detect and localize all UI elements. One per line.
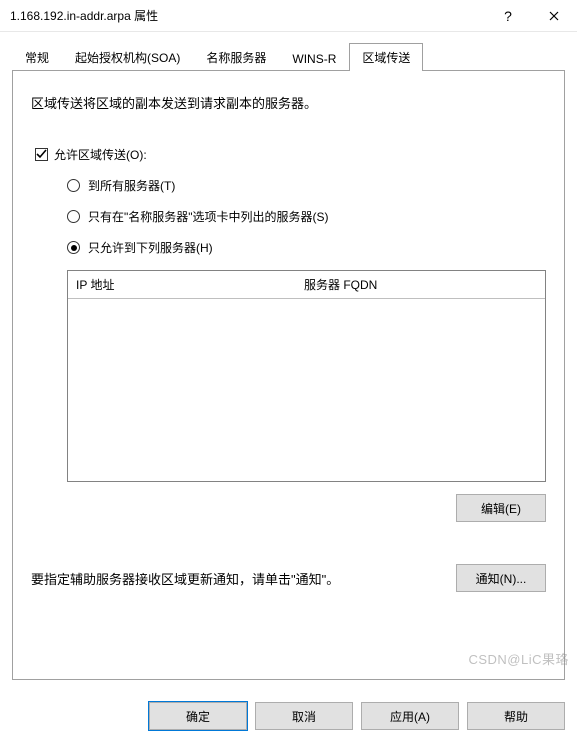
- panel-description: 区域传送将区域的副本发送到请求副本的服务器。: [31, 93, 546, 112]
- column-header-fqdn[interactable]: 服务器 FQDN: [296, 271, 545, 298]
- help-button[interactable]: 帮助: [467, 702, 565, 730]
- tab-name-servers[interactable]: 名称服务器: [193, 43, 279, 71]
- radio-row-ns-tab[interactable]: 只有在"名称服务器"选项卡中列出的服务器(S): [67, 208, 546, 225]
- radio-only-below-label: 只允许到下列服务器(H): [88, 239, 213, 256]
- tab-row: 常规 起始授权机构(SOA) 名称服务器 WINS-R 区域传送: [12, 42, 565, 70]
- allowed-servers-list[interactable]: IP 地址 服务器 FQDN: [67, 270, 546, 482]
- radio-row-all-servers[interactable]: 到所有服务器(T): [67, 177, 546, 194]
- column-header-ip[interactable]: IP 地址: [68, 271, 296, 298]
- window-title: 1.168.192.in-addr.arpa 属性: [10, 7, 485, 24]
- window-content: 常规 起始授权机构(SOA) 名称服务器 WINS-R 区域传送 区域传送将区域…: [0, 32, 577, 692]
- radio-all-servers[interactable]: [67, 179, 80, 192]
- notify-button[interactable]: 通知(N)...: [456, 564, 546, 592]
- ok-button[interactable]: 确定: [149, 702, 247, 730]
- allow-transfer-checkbox-row[interactable]: 允许区域传送(O):: [35, 146, 546, 163]
- radio-ns-tab-label: 只有在"名称服务器"选项卡中列出的服务器(S): [88, 208, 329, 225]
- cancel-button[interactable]: 取消: [255, 702, 353, 730]
- tab-zone-transfer[interactable]: 区域传送: [349, 43, 423, 71]
- apply-button[interactable]: 应用(A): [361, 702, 459, 730]
- radio-row-only-below[interactable]: 只允许到下列服务器(H): [67, 239, 546, 256]
- server-list-header: IP 地址 服务器 FQDN: [68, 271, 545, 299]
- allow-transfer-label: 允许区域传送(O):: [54, 146, 147, 163]
- notify-description: 要指定辅助服务器接收区域更新通知，请单击"通知"。: [31, 569, 444, 588]
- transfer-target-radio-group: 到所有服务器(T) 只有在"名称服务器"选项卡中列出的服务器(S) 只允许到下列…: [67, 177, 546, 256]
- close-icon[interactable]: [531, 0, 577, 32]
- zone-transfer-panel: 区域传送将区域的副本发送到请求副本的服务器。 允许区域传送(O): 到所有服务器…: [12, 70, 565, 680]
- titlebar: 1.168.192.in-addr.arpa 属性 ?: [0, 0, 577, 32]
- radio-only-below[interactable]: [67, 241, 80, 254]
- help-icon[interactable]: ?: [485, 0, 531, 32]
- tab-wins-r[interactable]: WINS-R: [279, 46, 349, 71]
- allow-transfer-checkbox[interactable]: [35, 148, 48, 161]
- edit-button[interactable]: 编辑(E): [456, 494, 546, 522]
- radio-all-servers-label: 到所有服务器(T): [88, 177, 175, 194]
- tab-soa[interactable]: 起始授权机构(SOA): [62, 43, 193, 71]
- tab-general[interactable]: 常规: [12, 43, 62, 71]
- dialog-footer: 确定 取消 应用(A) 帮助: [0, 692, 577, 742]
- radio-ns-tab[interactable]: [67, 210, 80, 223]
